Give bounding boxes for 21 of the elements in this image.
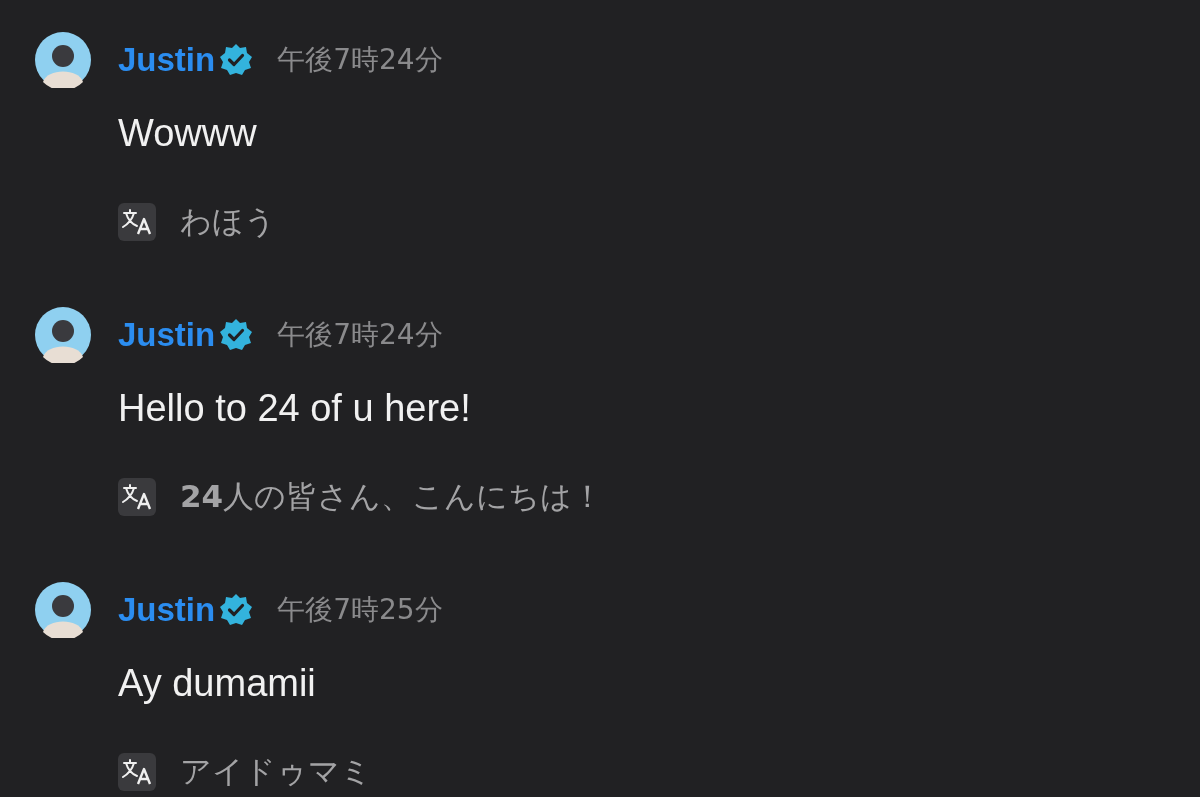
translate-icon [118, 478, 156, 516]
message-time: 午後7時25分 [277, 592, 443, 628]
avatar [35, 582, 91, 638]
translate-icon [118, 753, 156, 791]
translated-text: わほう [180, 202, 276, 241]
author-name[interactable]: Justin [118, 316, 216, 354]
author-name[interactable]: Justin [118, 41, 216, 79]
message-time: 午後7時24分 [277, 317, 443, 353]
message-text: Ay dumamii [118, 661, 317, 706]
verified-badge-icon [219, 43, 254, 77]
translated-text: 24人の皆さん、こんにちは！ [180, 477, 604, 516]
verified-badge-icon [219, 593, 254, 627]
translate-icon [118, 203, 156, 241]
translated-text: アイドゥマミ [180, 752, 372, 791]
avatar [35, 32, 91, 88]
message-text: Hello to 24 of u here! [118, 386, 472, 431]
verified-badge-icon [219, 318, 254, 352]
message-text: Wowww [118, 111, 258, 156]
author-name[interactable]: Justin [118, 591, 216, 629]
avatar [35, 307, 91, 363]
message-time: 午後7時24分 [277, 42, 443, 78]
